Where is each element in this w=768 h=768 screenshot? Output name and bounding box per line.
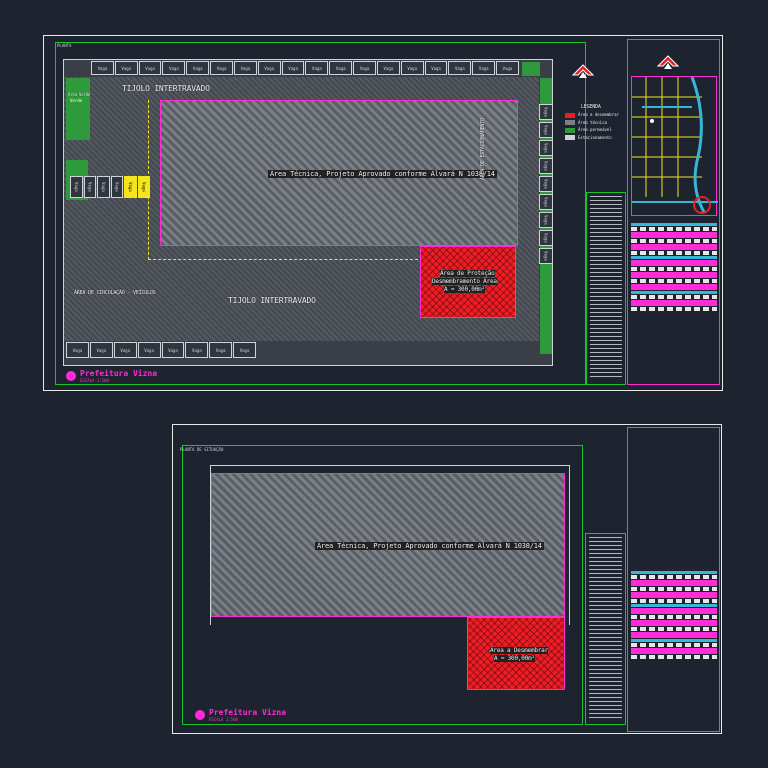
road-label-left: ÁREA DE CIRCULAÇÃO - VEÍCULOS <box>74 290 156 296</box>
parking-stall: Vaga <box>138 61 162 75</box>
logo-sub-1: ESCALA 1:500 <box>80 378 109 383</box>
parking-stall: Vaga <box>185 342 209 358</box>
parking-stall: Vaga <box>209 342 233 358</box>
road-label-top: TIJOLO INTERTRAVADO <box>122 84 210 93</box>
subdivision-area-1-line1: Área de Proteção <box>440 270 495 277</box>
green-area-top-left <box>66 78 90 140</box>
parking-stall: Vaga <box>539 212 553 228</box>
parking-stall: Vaga <box>89 342 113 358</box>
subdivision-area-1-line2: Desmembramento Área <box>432 278 497 285</box>
top-parking-row: Vaga Vaga Vaga Vaga Vaga Vaga Vaga Vaga Vaga Vaga… <box>91 61 519 75</box>
parking-stall: Vaga <box>257 61 281 75</box>
legend-item: Área técnica <box>565 119 625 125</box>
technical-area-2-label: Área Técnica, Projeto Aprovado conforme … <box>315 542 544 550</box>
road-label-right: ÁREA DE ESTACIONAMENTO <box>480 118 486 180</box>
parking-stall: Vaga <box>233 61 257 75</box>
parking-stall: Vaga <box>539 104 553 120</box>
sheet2-corner-label: PLANTA DE SITUAÇÃO <box>180 447 224 452</box>
legend-title: LEGENDA <box>581 104 601 110</box>
parking-stall: Vaga <box>233 342 256 358</box>
legend-swatch <box>565 127 575 133</box>
legend-list: Área a desmembrar Área técnica Área permeá… <box>565 112 625 142</box>
location-map-frame <box>631 76 718 216</box>
location-map-icon <box>632 76 718 214</box>
parking-stall: Vaga <box>113 342 137 358</box>
legend-item: Área a desmembrar <box>565 112 625 118</box>
parking-stall: Vaga <box>305 61 329 75</box>
logo-sub-2: ESCALA 1:500 <box>209 717 238 722</box>
parking-stall: Vaga <box>91 61 114 75</box>
stamp-block-1 <box>631 222 717 362</box>
parking-stall: Vaga <box>472 61 496 75</box>
parking-stall: Vaga <box>539 176 553 192</box>
legend-swatch <box>565 135 575 140</box>
parking-stall: Vaga <box>329 61 353 75</box>
parking-stall: Vaga <box>161 342 185 358</box>
parking-stall: Vaga <box>97 176 110 198</box>
legend-item: Estacionamento <box>565 134 625 140</box>
parking-stall: Vaga <box>162 61 186 75</box>
parking-stall: Vaga <box>124 176 137 198</box>
logo-badge-2 <box>195 710 205 720</box>
notes-text-1 <box>590 196 622 380</box>
legend-swatch <box>565 112 575 118</box>
parking-stall: Vaga <box>539 122 553 138</box>
left-parking-group: Vaga Vaga Vaga Vaga Vaga Vaga <box>70 176 150 198</box>
subdivision-area-2-line2: A = 300,00m² <box>494 655 535 662</box>
logo-badge-1 <box>66 371 76 381</box>
parking-stall: Vaga <box>281 61 305 75</box>
legend-item: Área permeável <box>565 127 625 133</box>
bottom-parking-row: Vaga Vaga Vaga Vaga Vaga Vaga Vaga Vaga <box>66 342 256 358</box>
legend-item-label: Área permeável <box>578 127 612 132</box>
parking-stall: Vaga <box>539 230 553 246</box>
legend-item-label: Área a desmembrar <box>578 112 619 117</box>
parking-stall: Vaga <box>539 194 553 210</box>
parking-stall: Vaga <box>83 176 96 198</box>
legend-item-label: Área técnica <box>578 119 607 125</box>
subdivision-area-2-line1: Área a Desmembrar <box>490 647 549 654</box>
green-top-label: Área Verde <box>68 92 91 97</box>
green-area-top-right <box>522 62 540 76</box>
green-area-top-left-label: Verde <box>70 98 83 103</box>
parking-stall: Vaga <box>353 61 376 75</box>
parking-stall: Vaga <box>114 61 138 75</box>
parking-stall: Vaga <box>110 176 123 198</box>
road-label-bottom: TIJOLO INTERTRAVADO <box>228 296 316 305</box>
parking-stall: Vaga <box>186 61 210 75</box>
parking-stall: Vaga <box>539 248 553 264</box>
north-arrow-2-icon <box>656 55 680 73</box>
logo-text-1: Prefeitura Vizna <box>80 369 158 378</box>
logo-text-2: Prefeitura Vizna <box>209 708 287 717</box>
parking-stall: Vaga <box>376 61 400 75</box>
technical-area-1-label: Área Técnica, Projeto Aprovado conforme … <box>268 170 497 178</box>
parking-stall: Vaga <box>539 140 553 156</box>
parking-stall: Vaga <box>400 61 424 75</box>
stamp-block-2 <box>631 570 717 710</box>
right-parking-column: Vaga Vaga Vaga Vaga Vaga Vaga Vaga Vaga Vaga <box>539 104 553 264</box>
parking-stall: Vaga <box>496 61 519 75</box>
notes-text-2 <box>589 537 622 720</box>
parking-stall: Vaga <box>448 61 472 75</box>
sheet1-corner-label: PLANTA <box>57 43 72 48</box>
legend-item-label: Estacionamento <box>578 134 612 140</box>
legend-swatch <box>565 120 575 125</box>
parking-stall: Vaga <box>424 61 448 75</box>
parking-stall: Vaga <box>539 158 553 174</box>
parking-stall: Vaga <box>70 176 83 198</box>
parking-stall: Vaga <box>210 61 233 75</box>
subdivision-area-1-line3: A = 300,00m² <box>444 286 485 293</box>
north-arrow-icon <box>571 64 595 82</box>
parking-stall: Vaga <box>137 342 161 358</box>
parking-stall: Vaga <box>66 342 89 358</box>
